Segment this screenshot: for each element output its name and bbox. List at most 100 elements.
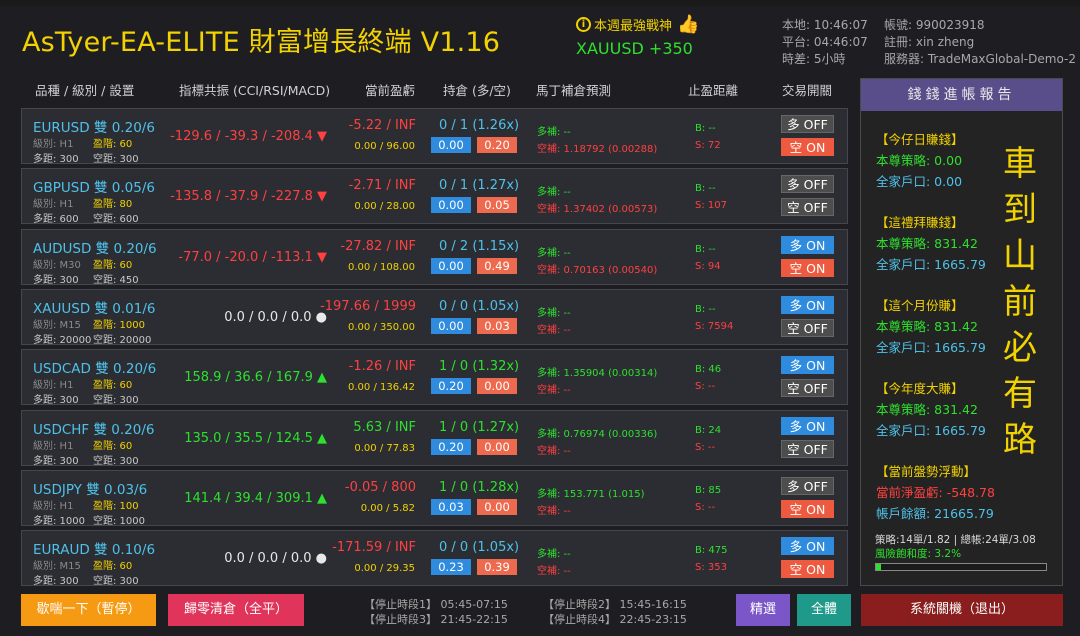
current-pl: -171.59 / INF <box>332 540 416 556</box>
header-pl: 當前盈虧 <box>365 83 416 98</box>
long-toggle-button[interactable]: 多 OFF <box>781 175 834 194</box>
select-button[interactable]: 精選 <box>736 594 790 626</box>
long-distance: 多距: 1000 <box>33 515 85 527</box>
stop-period-4: 【停止時段4】 22:45-23:15 <box>543 613 687 626</box>
profit-report-panel: 錢錢進帳報告 【今仔日賺錢】 本尊策略: 0.00 全家戶口: 0.00 【這禮… <box>860 78 1063 586</box>
header-martingale: 馬丁補倉預測 <box>536 83 612 98</box>
weekly-label: 本週最強戰神 <box>594 19 673 34</box>
short-toggle-button[interactable]: 空 ON <box>781 258 834 277</box>
header-trade-switch: 交易開關 <box>782 83 833 98</box>
short-toggle-button[interactable]: 空 ON <box>781 138 834 156</box>
short-lot: 0.49 <box>477 257 517 274</box>
long-martingale: 多補: -- <box>537 187 571 199</box>
buy-distance: B: -- <box>695 243 716 255</box>
month-section: 【這个月份賺】 本尊策略: 831.42 全家戶口: 1665.79 <box>876 295 986 358</box>
buy-distance: B: -- <box>695 303 716 315</box>
long-toggle-button[interactable]: 多 OFF <box>781 476 834 495</box>
tp-step-label: 盈階: 60 <box>93 380 133 392</box>
symbol-label: AUDUSD 雙 0.20/6 <box>33 240 157 257</box>
level-label: 級別: H1 <box>33 440 74 452</box>
buy-distance: B: -- <box>695 183 716 195</box>
short-distance: 空距: 300 <box>93 154 139 165</box>
sell-distance: S: -- <box>695 441 716 453</box>
long-distance: 多距: 20000 <box>33 334 92 346</box>
short-toggle-button[interactable]: 空 OFF <box>781 318 834 337</box>
short-martingale: 空補: 1.37402 (0.00573) <box>537 204 658 216</box>
slogan: 車 到 山 前 必 有 路 <box>1000 141 1040 463</box>
position-count: 0 / 1 (1.26x) <box>439 118 520 133</box>
long-distance: 多距: 300 <box>33 576 79 588</box>
table-row: EURAUD 雙 0.10/6 級別: M15 盈階: 60 多距: 300 空… <box>21 530 848 588</box>
risk-info: 策略:14單/1.82 | 總帳:24單/3.08 風險飽和度: 3.2% <box>875 533 1036 561</box>
risk-saturation: 風險飽和度: 3.2% <box>875 548 962 560</box>
long-lot: 0.20 <box>431 438 471 455</box>
current-pl: -1.26 / INF <box>348 359 416 375</box>
position-count: 0 / 0 (1.05x) <box>439 540 520 556</box>
symbol-label: GBPUSD 雙 0.05/6 <box>33 180 155 197</box>
symbol-label: USDCAD 雙 0.20/6 <box>33 361 157 378</box>
risk-orders: 策略:14單/1.82 | 總帳:24單/3.08 <box>875 534 1036 546</box>
short-lot: 0.05 <box>477 197 517 214</box>
position-count: 1 / 0 (1.32x) <box>439 359 520 375</box>
pl-target: 0.00 / 350.00 <box>348 321 415 333</box>
position-count: 1 / 0 (1.27x) <box>439 419 520 435</box>
short-toggle-button[interactable]: 空 OFF <box>781 439 834 458</box>
weekly-champion: i 本週最強戰神 👍 XAUUSD +350 <box>576 14 736 58</box>
long-martingale: 多補: 153.771 (1.015) <box>537 488 645 500</box>
indicator-values: 0.0 / 0.0 / 0.0 ● <box>224 309 327 325</box>
stop-period-2: 【停止時段2】 15:45-16:15 <box>543 598 687 611</box>
slogan-char: 車 <box>1003 144 1037 184</box>
pl-target: 0.00 / 5.82 <box>360 502 415 514</box>
table-row: USDCHF 雙 0.20/6 級別: H1 盈階: 60 多距: 300 空距… <box>21 409 848 467</box>
sell-distance: S: 7594 <box>695 320 734 332</box>
short-toggle-button[interactable]: 空 OFF <box>781 379 834 398</box>
long-toggle-button[interactable]: 多 ON <box>781 356 834 375</box>
risk-progress-bar <box>875 563 1047 571</box>
report-title: 錢錢進帳報告 <box>861 79 1062 111</box>
long-lot: 0.20 <box>431 378 471 395</box>
short-martingale: 空補: -- <box>537 385 571 397</box>
long-lot: 0.03 <box>431 498 471 515</box>
indicator-values: 135.0 / 35.5 / 124.5 ▲ <box>184 430 327 446</box>
slogan-char: 必 <box>1003 328 1037 368</box>
app-title: AsTyer-EA-ELITE 財富增長終端 V1.16 <box>22 27 501 58</box>
long-toggle-button[interactable]: 多 ON <box>781 295 834 314</box>
level-label: 級別: H1 <box>33 500 74 512</box>
long-martingale: 多補: 0.76974 (0.00336) <box>537 428 658 440</box>
sell-distance: S: 72 <box>695 140 721 151</box>
table-row: EURUSD 雙 0.20/6 級別: H1 盈階: 60 多距: 300 空距… <box>21 108 848 165</box>
long-toggle-button[interactable]: 多 ON <box>781 235 834 254</box>
pause-button[interactable]: 歇喘一下（暫停） <box>21 594 156 626</box>
current-pl: 5.63 / INF <box>353 419 416 435</box>
all-button[interactable]: 全體 <box>797 594 851 626</box>
position-count: 1 / 0 (1.28x) <box>439 479 520 495</box>
slogan-char: 前 <box>1003 282 1037 322</box>
short-toggle-button[interactable]: 空 OFF <box>781 198 834 217</box>
short-lot: 0.00 <box>477 378 517 395</box>
pl-target: 0.00 / 136.42 <box>348 382 415 394</box>
sell-distance: S: -- <box>695 381 716 393</box>
slogan-char: 路 <box>1003 420 1037 460</box>
short-toggle-button[interactable]: 空 ON <box>781 499 834 518</box>
long-toggle-button[interactable]: 多 ON <box>781 537 834 556</box>
pl-target: 0.00 / 77.83 <box>354 442 415 454</box>
current-pl: -2.71 / INF <box>348 178 416 194</box>
month-strategy: 本尊策略: 831.42 <box>876 319 978 334</box>
header-indicator: 指標共振 (CCI/RSI/MACD) <box>179 83 331 98</box>
short-martingale: 空補: 0.70163 (0.00540) <box>537 264 658 276</box>
symbol-label: EURUSD 雙 0.20/6 <box>33 120 155 136</box>
sell-distance: S: 107 <box>695 200 727 212</box>
long-toggle-button[interactable]: 多 OFF <box>781 115 834 133</box>
level-label: 級別: H1 <box>33 199 74 211</box>
long-lot: 0.00 <box>431 197 471 214</box>
exit-button[interactable]: 系統關機（退出） <box>861 594 1063 626</box>
account-server: 服務器: TradeMaxGlobal-Demo-2 <box>884 52 1076 66</box>
short-toggle-button[interactable]: 空 ON <box>781 560 834 579</box>
level-label: 級別: M30 <box>33 259 81 271</box>
long-distance: 多距: 300 <box>33 154 79 165</box>
week-heading: 【這禮拜賺錢】 <box>876 215 964 230</box>
tp-step-label: 盈階: 60 <box>93 259 133 271</box>
short-distance: 空距: 300 <box>93 395 139 407</box>
close-all-button[interactable]: 歸零清倉（全平） <box>168 594 304 626</box>
long-toggle-button[interactable]: 多 ON <box>781 416 834 435</box>
